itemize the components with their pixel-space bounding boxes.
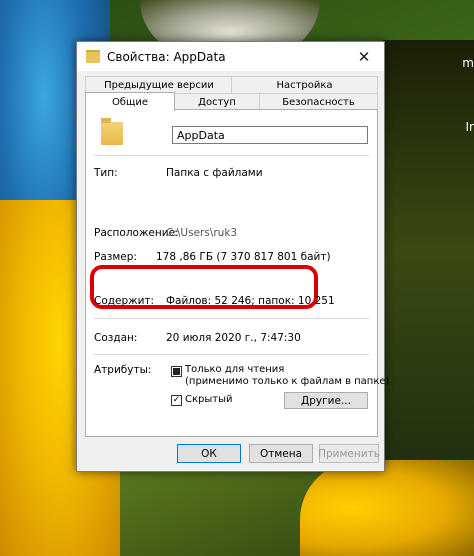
background-parrot-yellow-lower	[300, 460, 474, 556]
tab-customize[interactable]: Настройка	[231, 76, 378, 93]
general-tab-panel: AppData Тип: Папка с файлами Расположени…	[85, 109, 389, 437]
divider	[94, 354, 369, 355]
desktop-text-fragment: m	[462, 56, 474, 70]
contains-label: Содержит:	[94, 295, 155, 307]
tab-strip: Предыдущие версии Настройка Общие Доступ…	[85, 76, 378, 111]
tab-previous-versions[interactable]: Предыдущие версии	[85, 76, 233, 93]
cancel-button[interactable]: Отмена	[249, 444, 313, 463]
readonly-checkbox[interactable]	[171, 366, 182, 377]
properties-dialog: Свойства: AppData ✕ Предыдущие версии На…	[76, 41, 389, 472]
tab-sharing[interactable]: Доступ	[173, 93, 261, 110]
folder-icon	[86, 50, 100, 63]
folder-name-field[interactable]: AppData	[172, 126, 368, 144]
size-value: 178 ,86 ГБ (7 370 817 801 байт)	[156, 251, 331, 263]
type-label: Тип:	[94, 167, 118, 179]
readonly-label: Только для чтения	[185, 364, 285, 375]
created-value: 20 июля 2020 г., 7:47:30	[166, 332, 301, 344]
desktop-text-fragment: Ir	[465, 120, 474, 134]
created-label: Создан:	[94, 332, 138, 344]
readonly-note: (применимо только к файлам в папке)	[185, 376, 390, 387]
size-label: Размер:	[94, 251, 137, 263]
divider	[94, 318, 369, 319]
hidden-checkbox[interactable]: ✓	[171, 395, 182, 406]
type-value: Папка с файлами	[166, 167, 263, 179]
tab-general[interactable]: Общие	[85, 92, 175, 111]
divider	[94, 155, 369, 156]
background-foliage	[383, 40, 474, 460]
checkmark-icon: ✓	[172, 395, 181, 405]
advanced-attributes-button[interactable]: Другие...	[284, 392, 368, 409]
close-icon: ✕	[357, 47, 371, 66]
close-button[interactable]: ✕	[344, 42, 384, 71]
title-bar[interactable]: Свойства: AppData ✕	[77, 42, 384, 71]
location-value: C:\Users\ruk3	[166, 227, 238, 239]
attributes-label: Атрибуты:	[94, 364, 152, 376]
apply-button[interactable]: Применить	[318, 444, 380, 463]
hidden-label: Скрытый	[185, 394, 233, 405]
ok-button[interactable]: ОК	[177, 444, 241, 463]
window-title: Свойства: AppData	[107, 49, 226, 64]
tab-security[interactable]: Безопасность	[259, 93, 378, 110]
folder-large-icon	[101, 118, 123, 145]
contains-value: Файлов: 52 246; папок: 10 251	[166, 295, 335, 307]
